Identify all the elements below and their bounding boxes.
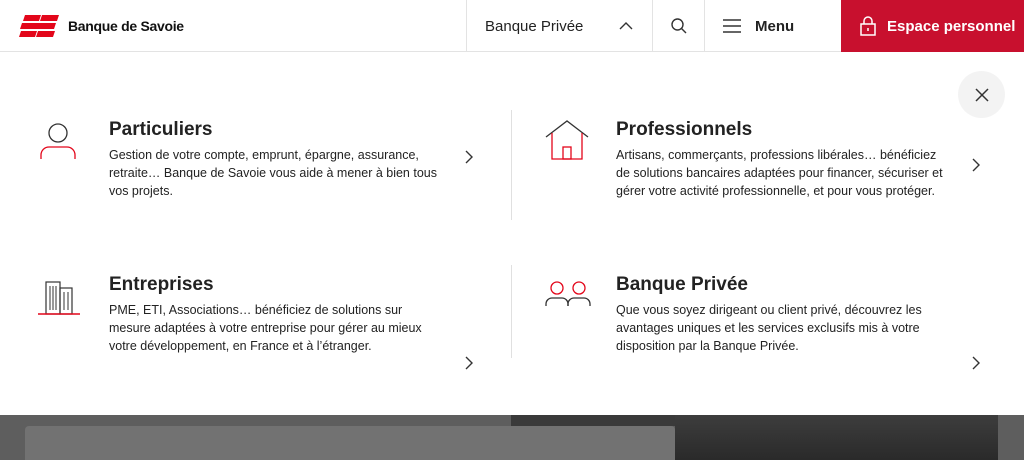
background-photo bbox=[511, 415, 675, 426]
mega-menu-panel: Particuliers Gestion de votre compte, em… bbox=[0, 52, 1024, 415]
background-strip bbox=[998, 415, 1024, 460]
menu-label: Menu bbox=[755, 17, 795, 35]
brand-name: Banque de Savoie bbox=[68, 18, 184, 34]
divider bbox=[511, 265, 512, 358]
card-title: Professionnels bbox=[616, 119, 753, 140]
top-header: Banque de Savoie Banque Privée Menu Espa… bbox=[0, 0, 1024, 52]
card-description: PME, ETI, Associations… bénéficiez de so… bbox=[109, 303, 422, 353]
card-particuliers[interactable]: Particuliers Gestion de votre compte, em… bbox=[38, 119, 478, 259]
chevron-right-icon bbox=[465, 150, 473, 164]
banque-privee-nav-label: Banque Privée bbox=[485, 17, 584, 35]
card-professionnels[interactable]: Professionnels Artisans, commerçants, pr… bbox=[545, 119, 985, 259]
person-icon bbox=[40, 123, 76, 159]
card-description: Gestion de votre compte, emprunt, épargn… bbox=[109, 148, 437, 198]
banque-privee-nav-button[interactable]: Banque Privée bbox=[466, 0, 653, 52]
background-photo bbox=[675, 415, 998, 460]
logo-mark-icon bbox=[19, 15, 59, 37]
menu-button[interactable]: Menu bbox=[704, 0, 841, 52]
search-button[interactable] bbox=[652, 0, 705, 52]
hamburger-icon bbox=[723, 19, 741, 33]
chevron-right-icon bbox=[465, 356, 473, 370]
chevron-right-icon bbox=[972, 356, 980, 370]
card-banque-privee[interactable]: Banque Privée Que vous soyez dirigeant o… bbox=[545, 274, 985, 414]
card-entreprises[interactable]: Entreprises PME, ETI, Associations… béné… bbox=[38, 274, 478, 414]
card-title: Banque Privée bbox=[616, 274, 748, 295]
card-title: Particuliers bbox=[109, 119, 213, 140]
espace-personnel-label: Espace personnel bbox=[887, 17, 1016, 35]
page-background bbox=[0, 415, 1024, 460]
chevron-right-icon bbox=[972, 158, 980, 172]
card-description: Artisans, commerçants, professions libér… bbox=[616, 148, 943, 198]
house-icon bbox=[545, 120, 589, 160]
card-title: Entreprises bbox=[109, 274, 214, 295]
lock-icon bbox=[860, 16, 876, 36]
background-content-box bbox=[25, 426, 675, 460]
close-icon bbox=[974, 87, 989, 102]
building-icon bbox=[38, 281, 80, 315]
card-description: Que vous soyez dirigeant ou client privé… bbox=[616, 303, 922, 353]
divider bbox=[511, 110, 512, 220]
close-button[interactable] bbox=[958, 71, 1005, 118]
chevron-up-icon bbox=[619, 22, 633, 30]
search-icon bbox=[671, 18, 687, 34]
two-persons-icon bbox=[545, 281, 591, 306]
espace-personnel-button[interactable]: Espace personnel bbox=[841, 0, 1024, 52]
brand-logo[interactable]: Banque de Savoie bbox=[19, 13, 184, 39]
